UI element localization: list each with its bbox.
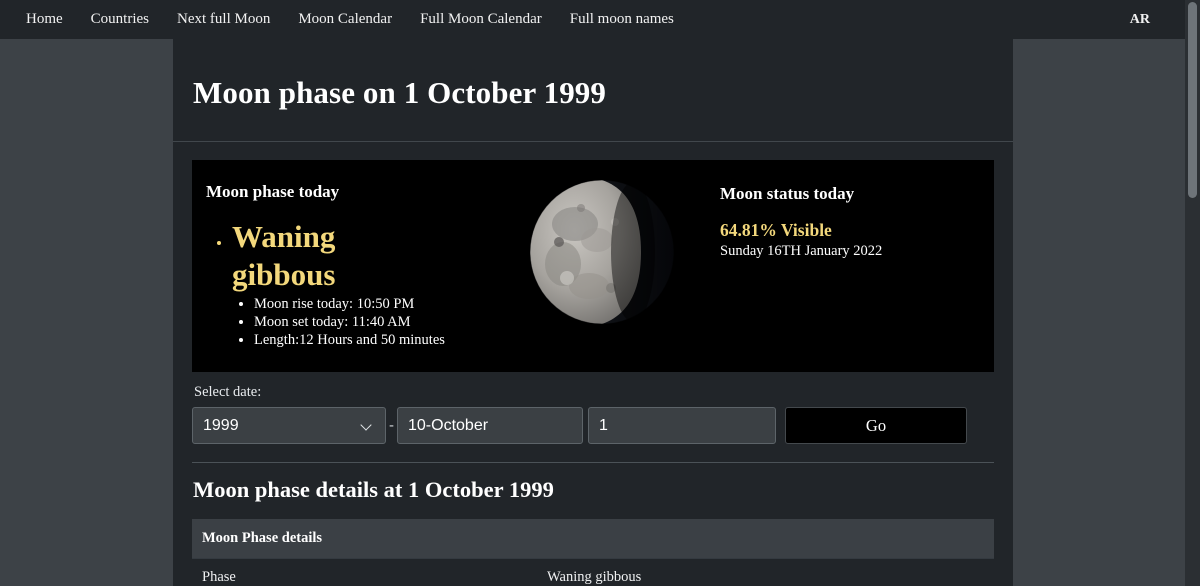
year-select-value: 1999: [203, 416, 239, 434]
moon-phase-card: Moon phase today Waning gibbous Moon ris…: [192, 160, 994, 372]
go-button[interactable]: Go: [785, 407, 967, 444]
moon-phase-name: Waning gibbous: [232, 219, 336, 293]
moon-image-column: [502, 179, 702, 372]
day-input[interactable]: [588, 407, 776, 444]
month-input[interactable]: [397, 407, 583, 444]
top-navbar: Home Countries Next full Moon Moon Calen…: [0, 0, 1200, 39]
main-container: Moon phase on 1 October 1999 Moon phase …: [173, 39, 1013, 586]
moon-status-today-column: Moon status today 64.81% Visible Sunday …: [702, 182, 994, 372]
page-title: Moon phase on 1 October 1999: [193, 75, 606, 110]
moon-phase-details-section: Moon phase details at 1 October 1999 Moo…: [173, 463, 1013, 586]
page-body: Moon phase on 1 October 1999 Moon phase …: [0, 39, 1200, 586]
table-cell-value: Waning gibbous: [537, 558, 994, 586]
table-head: Moon Phase details: [192, 519, 994, 559]
moon-phase-today-column: Moon phase today Waning gibbous Moon ris…: [192, 182, 502, 372]
select-date-form: Select date: 1999 - Go: [173, 372, 1013, 444]
select-date-label: Select date:: [194, 384, 262, 400]
moon-card-wrapper: Moon phase today Waning gibbous Moon ris…: [173, 142, 1013, 372]
moon-image: [523, 178, 681, 326]
nav-item-countries[interactable]: Countries: [77, 4, 163, 35]
table-row: Phase Waning gibbous: [192, 558, 994, 586]
moon-status-date: Sunday 16TH January 2022: [720, 243, 883, 259]
year-select[interactable]: 1999: [192, 407, 386, 444]
moon-set-item: Moon set today: 11:40 AM: [254, 314, 502, 332]
waning-gibbous-moon-icon: [529, 179, 675, 325]
nav-language-group: AR: [1116, 5, 1186, 35]
table-header-row: Moon Phase details: [192, 519, 994, 559]
moon-rise-item: Moon rise today: 10:50 PM: [254, 296, 502, 314]
moon-phase-today-heading: Moon phase today: [206, 182, 340, 201]
nav-links-group: Home Countries Next full Moon Moon Calen…: [12, 4, 688, 35]
nav-item-full-moon-calendar[interactable]: Full Moon Calendar: [406, 4, 556, 35]
nav-item-language-ar[interactable]: AR: [1116, 5, 1164, 35]
nav-item-moon-calendar[interactable]: Moon Calendar: [284, 4, 406, 35]
date-controls-row: 1999 - Go: [192, 407, 994, 444]
date-separator: -: [389, 417, 394, 434]
moon-timing-list: Moon rise today: 10:50 PM Moon set today…: [232, 296, 502, 349]
nav-item-full-moon-names[interactable]: Full moon names: [556, 4, 688, 35]
table-body: Phase Waning gibbous: [192, 558, 994, 586]
moon-phase-name-list: Waning gibbous Moon rise today: 10:50 PM…: [206, 218, 502, 349]
nav-item-home[interactable]: Home: [12, 4, 77, 35]
chevron-down-icon: [361, 420, 373, 432]
table-cell-key: Phase: [192, 558, 537, 586]
nav-item-next-full-moon[interactable]: Next full Moon: [163, 4, 284, 35]
scrollbar-thumb[interactable]: [1188, 2, 1197, 198]
moon-phase-name-item: Waning gibbous Moon rise today: 10:50 PM…: [232, 218, 502, 349]
page-header: Moon phase on 1 October 1999: [173, 39, 1013, 142]
table-header-cell: Moon Phase details: [192, 519, 994, 559]
moon-phase-details-table: Moon Phase details Phase Waning gibbous: [192, 519, 994, 586]
vertical-scrollbar[interactable]: [1185, 0, 1200, 586]
moon-visible-percent: 64.81% Visible: [720, 220, 832, 240]
moon-status-today-heading: Moon status today: [720, 184, 855, 203]
moon-length-item: Length:12 Hours and 50 minutes: [254, 332, 502, 350]
details-title: Moon phase details at 1 October 1999: [193, 477, 554, 502]
